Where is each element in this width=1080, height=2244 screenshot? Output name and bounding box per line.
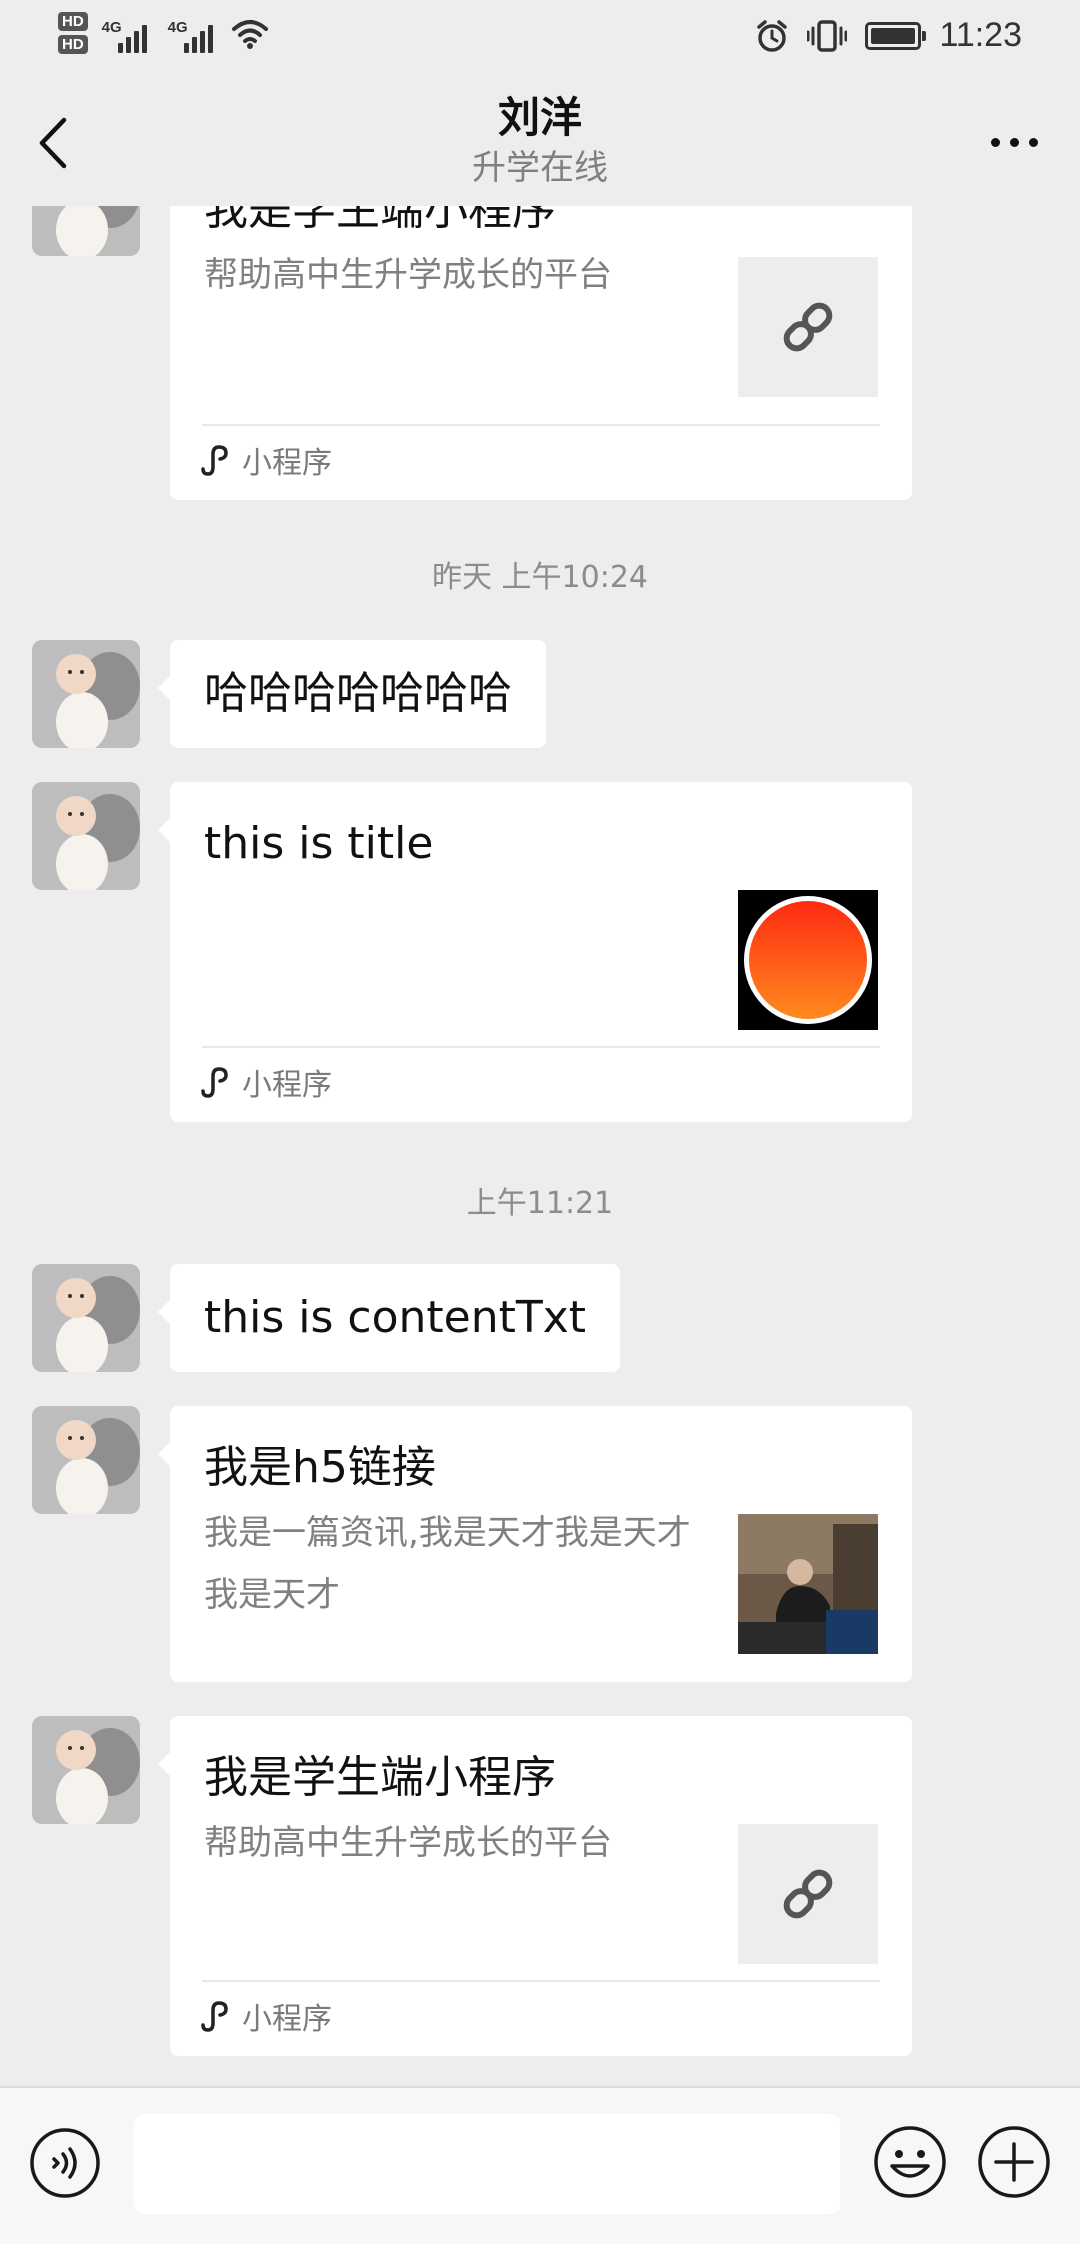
- card-title: 我是h5链接: [204, 1442, 436, 1493]
- hd-badge-1: HD: [58, 12, 88, 31]
- card-description: 帮助高中生升学成长的平台: [204, 1823, 612, 1863]
- card-description: 我是一篇资讯,我是天才我是天才我是天才: [204, 1513, 691, 1615]
- chat-header: 刘洋 升学在线: [0, 82, 1080, 206]
- status-bar: HD HD 4G 4G 11:23: [0, 0, 1080, 82]
- timestamp: 昨天 上午10:24: [432, 560, 648, 595]
- avatar[interactable]: [32, 1264, 140, 1372]
- status-left: HD HD 4G 4G: [58, 12, 270, 54]
- card-thumbnail: [738, 1824, 878, 1964]
- chat-area[interactable]: 我是学生端小程序 帮助高中生升学成长的平台 小程序 昨天 上午10:24 哈哈哈…: [0, 206, 1080, 2086]
- status-right: 11:23: [755, 16, 1022, 55]
- input-bar: [0, 2086, 1080, 2244]
- miniprogram-icon: [201, 2001, 228, 2032]
- text-message[interactable]: this is contentTxt: [157, 1264, 621, 1372]
- alarm-icon: [757, 19, 788, 52]
- mini-program-card[interactable]: 我是学生端小程序 帮助高中生升学成长的平台 小程序: [158, 1716, 912, 2056]
- article-thumbnail: [738, 1514, 878, 1654]
- battery-icon: [865, 21, 927, 50]
- card-thumbnail: [738, 257, 878, 397]
- link-icon: [783, 302, 833, 352]
- card-title: this is title: [204, 818, 434, 869]
- card-title: 我是学生端小程序: [204, 1752, 556, 1803]
- timestamp: 上午11:21: [466, 1186, 614, 1221]
- link-card[interactable]: 我是h5链接 我是一篇资讯,我是天才我是天才我是天才: [158, 1406, 912, 1682]
- mini-program-card[interactable]: 我是学生端小程序 帮助高中生升学成长的平台 小程序: [158, 206, 912, 500]
- hd-badge-2: HD: [58, 35, 88, 54]
- mini-program-text: 小程序: [242, 1068, 332, 1103]
- signal-icon-1: 4G: [102, 13, 154, 53]
- page-subtitle: 升学在线: [472, 148, 608, 188]
- avatar[interactable]: [32, 1406, 140, 1514]
- status-time: 11:23: [939, 16, 1022, 54]
- card-thumbnail: [738, 890, 878, 1030]
- card-description: 帮助高中生升学成长的平台: [204, 255, 612, 295]
- card-divider: [202, 1980, 880, 1982]
- card-divider: [202, 424, 880, 426]
- card-title: 我是学生端小程序: [204, 206, 556, 235]
- plus-icon[interactable]: [976, 2124, 1052, 2200]
- card-divider: [202, 1046, 880, 1048]
- mini-program-label: 小程序: [198, 1994, 332, 2038]
- avatar[interactable]: [32, 640, 140, 748]
- emoji-icon[interactable]: [872, 2124, 948, 2200]
- avatar[interactable]: [32, 1716, 140, 1824]
- mini-program-text: 小程序: [242, 446, 332, 481]
- text-message[interactable]: 哈哈哈哈哈哈哈: [158, 640, 546, 748]
- avatar[interactable]: [32, 782, 140, 890]
- mini-program-label: 小程序: [198, 1060, 332, 1104]
- vibrate-icon: [807, 19, 848, 52]
- miniprogram-icon: [201, 1067, 228, 1098]
- more-icon[interactable]: [991, 138, 1038, 147]
- page-title: 刘洋: [497, 93, 582, 142]
- hd-indicators: HD HD: [58, 12, 88, 54]
- voice-icon[interactable]: [28, 2126, 102, 2200]
- mini-program-card[interactable]: this is title 小程序: [158, 782, 912, 1122]
- avatar[interactable]: [32, 206, 140, 256]
- link-icon: [783, 1869, 833, 1919]
- wifi-icon: [231, 20, 268, 49]
- miniprogram-icon: [201, 445, 228, 476]
- message-input[interactable]: [134, 2114, 840, 2214]
- signal-icon-2: 4G: [168, 13, 220, 53]
- mini-program-label: 小程序: [198, 438, 332, 482]
- header-title-group: 刘洋 升学在线: [0, 90, 1080, 190]
- mini-program-text: 小程序: [242, 2002, 332, 2037]
